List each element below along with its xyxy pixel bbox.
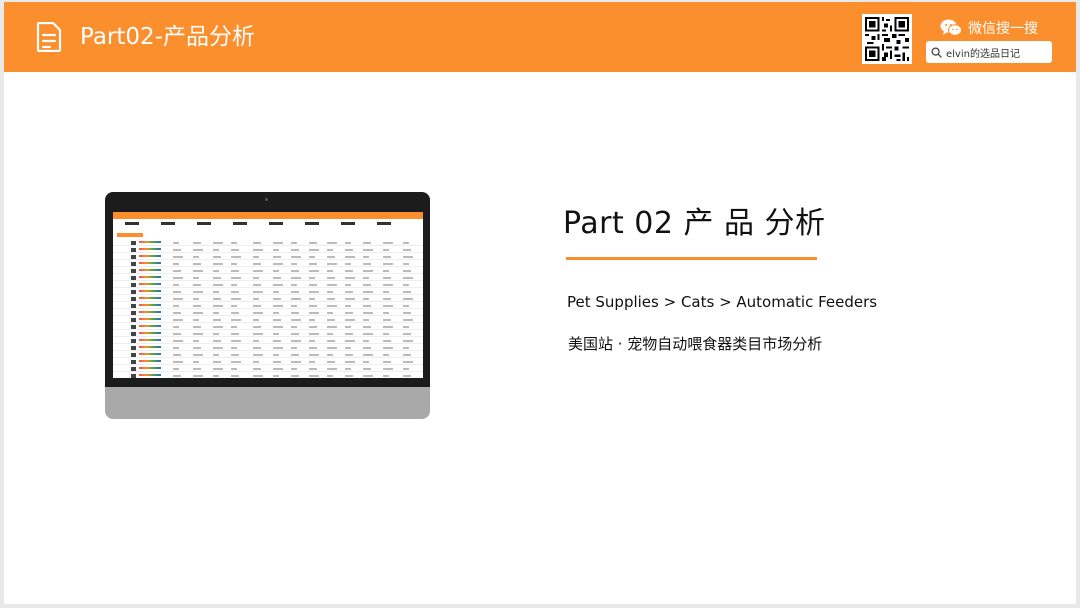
screen-table-row: [113, 275, 423, 281]
screen-table-row: [113, 261, 423, 267]
screen-topbar: [113, 212, 423, 219]
laptop-bezel: [105, 192, 430, 387]
screen-table-row: [113, 310, 423, 316]
screen-table-row: [113, 247, 423, 253]
screen-table-row: [113, 338, 423, 344]
screen-table-row: [113, 324, 423, 330]
screen-table-row: [113, 317, 423, 323]
camera-dot: [265, 198, 268, 201]
qr-code-icon: [862, 14, 912, 64]
screen-table-row: [113, 352, 423, 358]
laptop-base: [105, 387, 430, 419]
search-input[interactable]: elvin的选品日记: [926, 41, 1052, 63]
screen-tabs: [117, 233, 143, 237]
part-title: Part 02 产 品 分析: [563, 206, 826, 241]
screen-table-row: [113, 345, 423, 351]
wechat-search-label: 微信搜一搜: [940, 17, 1038, 39]
screen-table-row: [113, 289, 423, 295]
page-title: Part02-产品分析: [80, 24, 255, 50]
subtitle: 美国站 · 宠物自动喂食器类目市场分析: [568, 335, 823, 353]
screen-screenshot: [113, 212, 423, 378]
title-underline: [566, 257, 817, 260]
screen-table-row: [113, 254, 423, 260]
screen-table-row: [113, 303, 423, 309]
screen-table-row: [113, 268, 423, 274]
screen-table-row: [113, 240, 423, 246]
wechat-icon: [940, 19, 962, 36]
slide: Part02-产品分析 微信搜一搜 elvin的选品日记 Part 02 产 品…: [4, 2, 1076, 604]
screen-table-row: [113, 359, 423, 365]
header-bar: Part02-产品分析 微信搜一搜 elvin的选品日记: [4, 2, 1076, 72]
screen-stats: [113, 220, 423, 232]
screen-table-row: [113, 366, 423, 372]
laptop-mockup: [105, 192, 430, 419]
wechat-label: 微信搜一搜: [968, 21, 1038, 37]
category-breadcrumb: Pet Supplies > Cats > Automatic Feeders: [567, 293, 878, 311]
search-text: elvin的选品日记: [946, 48, 1020, 60]
screen-table-row: [113, 296, 423, 302]
screen-table-row: [113, 282, 423, 288]
screen-table-row: [113, 331, 423, 337]
document-icon: [36, 22, 62, 52]
screen-table-row: [113, 373, 423, 378]
search-icon: [931, 46, 942, 58]
